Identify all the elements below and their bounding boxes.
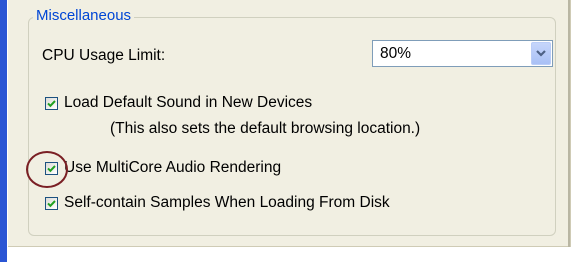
dropdown-button[interactable] — [531, 42, 551, 65]
load-default-sound-note: (This also sets the default browsing loc… — [110, 120, 421, 137]
preferences-window: Miscellaneous CPU Usage Limit: 80% Load … — [0, 0, 576, 262]
highlight-circle — [26, 151, 68, 188]
load-default-sound-checkbox[interactable] — [45, 97, 58, 110]
use-multicore-label[interactable]: Use MultiCore Audio Rendering — [64, 159, 281, 177]
cpu-usage-select[interactable]: 80% — [372, 40, 553, 67]
self-contain-samples-label[interactable]: Self-contain Samples When Loading From D… — [64, 194, 390, 212]
left-accent-bar — [0, 0, 7, 262]
cpu-usage-value: 80% — [380, 45, 412, 62]
checkmark-icon — [47, 200, 56, 208]
panel-edge-shadow — [568, 0, 570, 247]
chevron-down-icon — [536, 50, 546, 57]
load-default-sound-label[interactable]: Load Default Sound in New Devices — [64, 94, 312, 112]
self-contain-samples-checkbox[interactable] — [45, 197, 58, 210]
group-title: Miscellaneous — [33, 7, 135, 25]
cpu-usage-label: CPU Usage Limit: — [42, 47, 166, 64]
checkmark-icon — [47, 100, 56, 108]
